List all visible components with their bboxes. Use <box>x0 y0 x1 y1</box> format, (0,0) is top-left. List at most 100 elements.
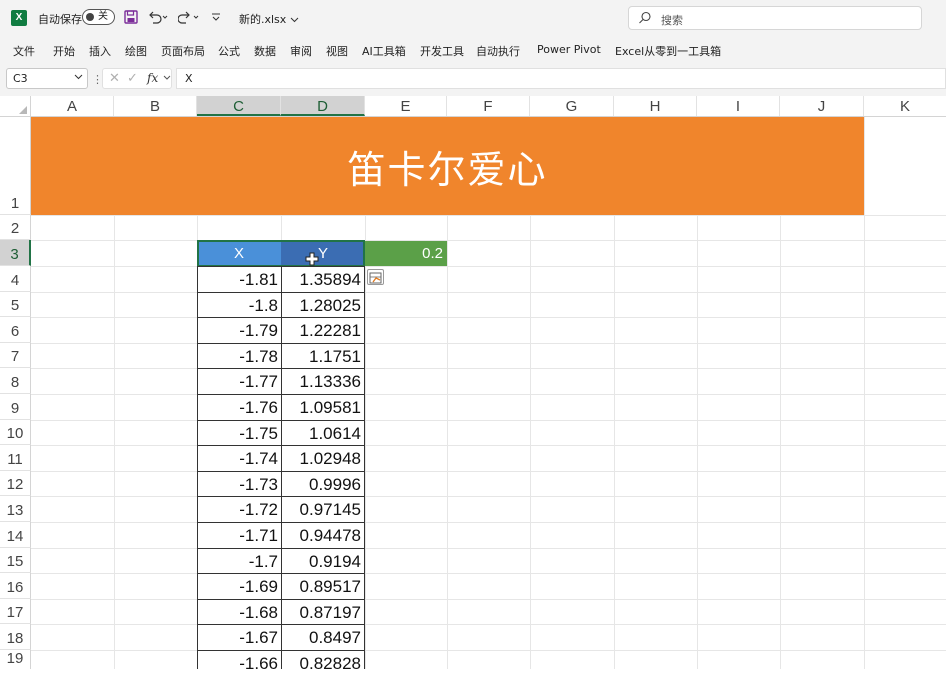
cell-y[interactable]: 0.9194 <box>281 548 365 574</box>
tab-excel-toolbox[interactable]: Excel从零到一工具箱 <box>615 43 721 59</box>
insert-function-icon[interactable]: fx <box>147 71 158 85</box>
tab-formulas[interactable]: 公式 <box>218 43 240 59</box>
row-header-11[interactable]: 11 <box>0 445 31 471</box>
row-header-13[interactable]: 13 <box>0 496 31 522</box>
enter-icon[interactable]: ✓ <box>127 71 138 86</box>
row-header-4[interactable]: 4 <box>0 266 31 292</box>
cell-y[interactable]: 1.28025 <box>281 292 365 318</box>
cell-x[interactable]: -1.78 <box>197 343 282 369</box>
column-header-f[interactable]: F <box>447 96 530 116</box>
row-header-14[interactable]: 14 <box>0 522 31 548</box>
filename-text: 新的.xlsx <box>239 13 287 26</box>
parameter-cell[interactable]: 0.2 <box>365 241 447 266</box>
cell-y[interactable]: 0.97145 <box>281 496 365 523</box>
column-header-a[interactable]: A <box>31 96 114 116</box>
row-header-17[interactable]: 17 <box>0 599 31 624</box>
autosave-toggle[interactable]: 关 <box>82 9 115 25</box>
cell-y[interactable]: 0.82828 <box>281 650 365 673</box>
cell-y[interactable]: 1.22281 <box>281 317 365 344</box>
column-header-e[interactable]: E <box>365 96 447 116</box>
undo-icon[interactable] <box>147 9 169 25</box>
column-header-d[interactable]: D <box>281 96 365 116</box>
row-header-7[interactable]: 7 <box>0 343 31 368</box>
cell-x[interactable]: -1.66 <box>197 650 282 673</box>
column-header-g[interactable]: G <box>530 96 614 116</box>
title-bar: X 自动保存 关 新的.xlsx 搜索 <box>0 0 946 36</box>
tab-insert[interactable]: 插入 <box>89 43 111 59</box>
cell-x[interactable]: -1.81 <box>197 266 282 293</box>
row-header-10[interactable]: 10 <box>0 420 31 445</box>
cell-y[interactable]: 1.09581 <box>281 394 365 421</box>
tab-draw[interactable]: 绘图 <box>125 43 147 59</box>
cell-x[interactable]: -1.8 <box>197 292 282 318</box>
row-header-2[interactable]: 2 <box>0 215 31 240</box>
cell-y[interactable]: 0.8497 <box>281 624 365 651</box>
row-header-6[interactable]: 6 <box>0 317 31 343</box>
search-placeholder: 搜索 <box>661 14 683 27</box>
title-banner-cell[interactable]: 笛卡尔爱心 <box>31 117 864 215</box>
row-header-9[interactable]: 9 <box>0 394 31 420</box>
cell-x[interactable]: -1.7 <box>197 548 282 574</box>
cell-x[interactable]: -1.67 <box>197 624 282 651</box>
toggle-knob <box>86 13 94 21</box>
formula-input[interactable]: X <box>176 68 946 89</box>
selection-border <box>197 240 365 267</box>
row-header-1[interactable]: 1 <box>0 117 31 215</box>
filename[interactable]: 新的.xlsx <box>239 11 299 27</box>
tab-developer[interactable]: 开发工具 <box>420 43 464 59</box>
tab-automate[interactable]: 自动执行 <box>476 43 520 59</box>
column-header-h[interactable]: H <box>614 96 697 116</box>
row-header-5[interactable]: 5 <box>0 292 31 317</box>
row-header-18[interactable]: 18 <box>0 624 31 650</box>
tab-page-layout[interactable]: 页面布局 <box>161 43 205 59</box>
tab-home[interactable]: 开始 <box>53 43 75 59</box>
cell-x[interactable]: -1.77 <box>197 368 282 395</box>
cell-x[interactable]: -1.75 <box>197 420 282 446</box>
autosave-label: 自动保存 <box>38 13 82 26</box>
cell-x[interactable]: -1.69 <box>197 573 282 600</box>
row-header-15[interactable]: 15 <box>0 548 31 573</box>
cell-y[interactable]: 0.87197 <box>281 599 365 625</box>
row-header-8[interactable]: 8 <box>0 368 31 394</box>
column-header-i[interactable]: I <box>697 96 780 116</box>
search-input[interactable]: 搜索 <box>628 6 922 30</box>
tab-power-pivot[interactable]: Power Pivot <box>537 43 601 56</box>
quick-analysis-icon[interactable] <box>367 269 384 285</box>
cell-y[interactable]: 1.02948 <box>281 445 365 472</box>
tab-file[interactable]: 文件 <box>13 43 35 59</box>
cell-y[interactable]: 0.89517 <box>281 573 365 600</box>
cell-y[interactable]: 1.13336 <box>281 368 365 395</box>
cell-x[interactable]: -1.76 <box>197 394 282 421</box>
row-header-19[interactable]: 19 <box>0 650 31 669</box>
cell-x[interactable]: -1.74 <box>197 445 282 472</box>
tab-review[interactable]: 审阅 <box>290 43 312 59</box>
search-icon <box>639 11 651 24</box>
cell-y[interactable]: 1.0614 <box>281 420 365 446</box>
cell-y[interactable]: 0.9996 <box>281 471 365 497</box>
column-header-k[interactable]: K <box>864 96 946 116</box>
cell-x[interactable]: -1.71 <box>197 522 282 549</box>
name-box[interactable]: C3 <box>6 68 88 89</box>
row-header-3[interactable]: 3 <box>0 240 31 266</box>
cell-y[interactable]: 0.94478 <box>281 522 365 549</box>
select-all-button[interactable] <box>0 96 31 117</box>
column-header-b[interactable]: B <box>114 96 197 116</box>
save-icon[interactable] <box>124 9 138 25</box>
autosave-toggle-text: 关 <box>98 11 108 22</box>
column-header-c[interactable]: C <box>197 96 281 116</box>
row-header-12[interactable]: 12 <box>0 471 31 496</box>
row-header-16[interactable]: 16 <box>0 573 31 599</box>
customize-toolbar-icon[interactable] <box>210 9 222 25</box>
cell-y[interactable]: 1.35894 <box>281 266 365 293</box>
cancel-icon[interactable]: ✕ <box>109 71 120 86</box>
cell-x[interactable]: -1.73 <box>197 471 282 497</box>
cell-x[interactable]: -1.79 <box>197 317 282 344</box>
cell-x[interactable]: -1.68 <box>197 599 282 625</box>
column-header-j[interactable]: J <box>780 96 864 116</box>
redo-icon[interactable] <box>178 9 200 25</box>
tab-view[interactable]: 视图 <box>326 43 348 59</box>
tab-data[interactable]: 数据 <box>254 43 276 59</box>
cell-x[interactable]: -1.72 <box>197 496 282 523</box>
tab-ai-toolbox[interactable]: AI工具箱 <box>362 43 406 59</box>
cell-y[interactable]: 1.1751 <box>281 343 365 369</box>
